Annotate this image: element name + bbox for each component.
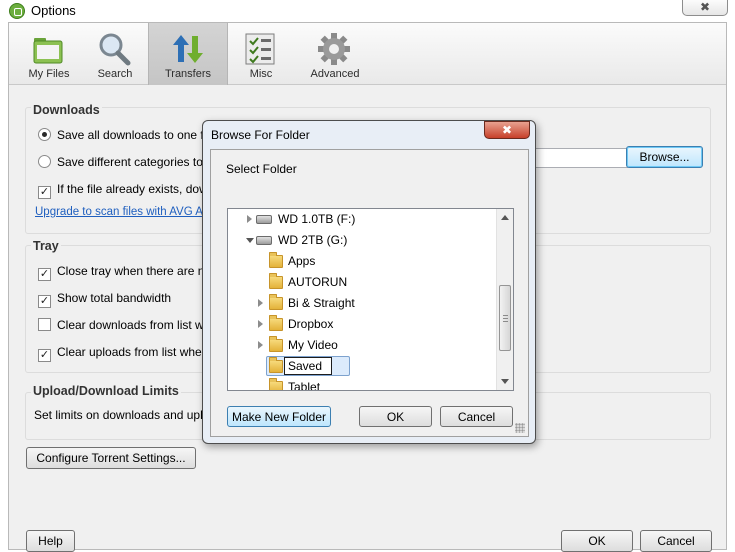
tree-item-label: AUTORUN xyxy=(288,275,348,289)
checkbox-checked[interactable]: ✓ xyxy=(38,268,51,281)
option-label: Show total bandwidth xyxy=(57,291,172,305)
option-label: Close tray when there are no t xyxy=(57,264,204,278)
folder-tree[interactable]: WD 1.0TB (F:) WD 2TB (G:) Apps AUTORUN B… xyxy=(227,208,514,391)
tree-item-my-video[interactable]: My Video xyxy=(228,335,496,355)
show-bandwidth-option[interactable]: ✓ Show total bandwidth xyxy=(38,291,208,308)
folder-icon xyxy=(269,336,283,352)
make-new-folder-button[interactable]: Make New Folder xyxy=(227,406,331,427)
folder-icon xyxy=(269,357,283,373)
tree-item-label: Apps xyxy=(288,254,316,268)
tab-label: Search xyxy=(97,68,133,80)
expand-arrow-icon[interactable] xyxy=(258,320,263,328)
tab-label: Transfers xyxy=(164,68,212,80)
clear-downloads-option[interactable]: Clear downloads from list wher xyxy=(38,318,204,332)
option-label: Clear downloads from list wher xyxy=(57,318,204,332)
folder-icon xyxy=(33,38,63,64)
help-button[interactable]: Help xyxy=(26,530,75,552)
dialog-ok-button[interactable]: OK xyxy=(359,406,432,427)
magnifier-icon xyxy=(99,33,131,66)
tree-item-tablet[interactable]: Tablet xyxy=(228,377,496,391)
file-exists-option[interactable]: ✓ If the file already exists, down xyxy=(38,182,208,199)
drive-icon xyxy=(256,215,272,224)
scroll-thumb[interactable] xyxy=(499,285,511,351)
tree-item-wd-2tb[interactable]: WD 2TB (G:) xyxy=(228,230,496,250)
category-toolbar: My Files Search Transfers Misc Advanced xyxy=(9,23,726,85)
folder-icon xyxy=(269,273,283,289)
folder-icon xyxy=(269,378,283,390)
downloads-title: Downloads xyxy=(31,103,102,117)
title-bar: Options ✖ xyxy=(0,0,735,22)
window-title: Options xyxy=(31,3,76,18)
transfer-arrows-icon xyxy=(173,35,203,63)
limits-title: Upload/Download Limits xyxy=(31,384,181,398)
configure-torrent-settings-button[interactable]: Configure Torrent Settings... xyxy=(26,447,196,469)
checkbox-checked[interactable]: ✓ xyxy=(38,349,51,362)
option-label: Save different categories to di xyxy=(57,155,204,169)
expand-arrow-icon[interactable] xyxy=(258,341,263,349)
tree-item-label: WD 2TB (G:) xyxy=(278,233,348,247)
tree-scrollbar[interactable] xyxy=(496,209,513,390)
dialog-title: Browse For Folder xyxy=(211,128,310,142)
tab-advanced[interactable]: Advanced xyxy=(295,23,375,85)
grip-line xyxy=(503,321,508,322)
dialog-subtitle: Select Folder xyxy=(226,162,297,176)
tree-item-label: My Video xyxy=(288,338,338,352)
browse-button[interactable]: Browse... xyxy=(626,146,703,168)
close-tray-option[interactable]: ✓ Close tray when there are no t xyxy=(38,264,204,281)
folder-icon xyxy=(269,315,283,331)
tree-item-apps[interactable]: Apps xyxy=(228,251,496,271)
browse-folder-dialog: Browse For Folder ✖ Select Folder WD 1.0… xyxy=(202,120,536,444)
checklist-icon xyxy=(245,33,275,65)
tab-misc[interactable]: Misc xyxy=(221,23,301,85)
scroll-down-arrow-icon[interactable] xyxy=(501,379,509,384)
tree-item-saved[interactable]: Saved xyxy=(228,356,496,376)
tray-title: Tray xyxy=(31,239,61,253)
tree-item-label: WD 1.0TB (F:) xyxy=(278,212,356,226)
ok-button[interactable]: OK xyxy=(561,530,633,552)
folder-icon xyxy=(269,294,283,310)
dialog-cancel-button[interactable]: Cancel xyxy=(440,406,513,427)
tree-item-label: Bi & Straight xyxy=(288,296,355,310)
dialog-close-button[interactable]: ✖ xyxy=(484,121,530,139)
app-logo-icon xyxy=(9,3,25,19)
radio-selected[interactable] xyxy=(38,128,51,141)
clear-uploads-option[interactable]: ✓ Clear uploads from list when fi xyxy=(38,345,204,362)
folder-icon xyxy=(269,252,283,268)
tab-search[interactable]: Search xyxy=(75,23,155,85)
tree-item-label: Dropbox xyxy=(288,317,334,331)
scroll-up-arrow-icon[interactable] xyxy=(501,215,509,220)
resize-grip-icon[interactable] xyxy=(515,423,525,433)
upgrade-avg-link[interactable]: Upgrade to scan files with AVG Ant xyxy=(35,206,203,218)
tab-transfers[interactable]: Transfers xyxy=(148,23,228,85)
tree-item-label: Tablet xyxy=(288,380,321,391)
tree-item-bi-straight[interactable]: Bi & Straight xyxy=(228,293,496,313)
save-categories-option[interactable]: Save different categories to di xyxy=(38,155,204,169)
collapse-arrow-icon[interactable] xyxy=(246,238,254,243)
checkbox-checked[interactable]: ✓ xyxy=(38,186,51,199)
option-label: Clear uploads from list when fi xyxy=(57,345,204,359)
checkbox-unchecked[interactable] xyxy=(38,318,51,331)
option-label: If the file already exists, down xyxy=(57,182,208,196)
tree-item-wd-1tb[interactable]: WD 1.0TB (F:) xyxy=(228,209,496,229)
tree-item-dropbox[interactable]: Dropbox xyxy=(228,314,496,334)
dialog-content: Select Folder WD 1.0TB (F:) WD 2TB (G:) … xyxy=(210,149,529,437)
radio-unselected[interactable] xyxy=(38,155,51,168)
checkbox-checked[interactable]: ✓ xyxy=(38,295,51,308)
grip-line xyxy=(503,315,508,316)
rename-folder-input[interactable]: Saved xyxy=(284,357,332,375)
drive-icon xyxy=(256,236,272,245)
expand-arrow-icon[interactable] xyxy=(247,215,252,223)
limits-description: Set limits on downloads and uploads xyxy=(34,408,204,422)
tree-item-autorun[interactable]: AUTORUN xyxy=(228,272,496,292)
grip-line xyxy=(503,318,508,319)
cancel-button[interactable]: Cancel xyxy=(640,530,712,552)
window-close-button[interactable]: ✖ xyxy=(682,0,728,16)
tab-label: Misc xyxy=(249,68,273,80)
tab-label: Advanced xyxy=(310,68,360,80)
gear-icon xyxy=(318,33,350,65)
expand-arrow-icon[interactable] xyxy=(258,299,263,307)
